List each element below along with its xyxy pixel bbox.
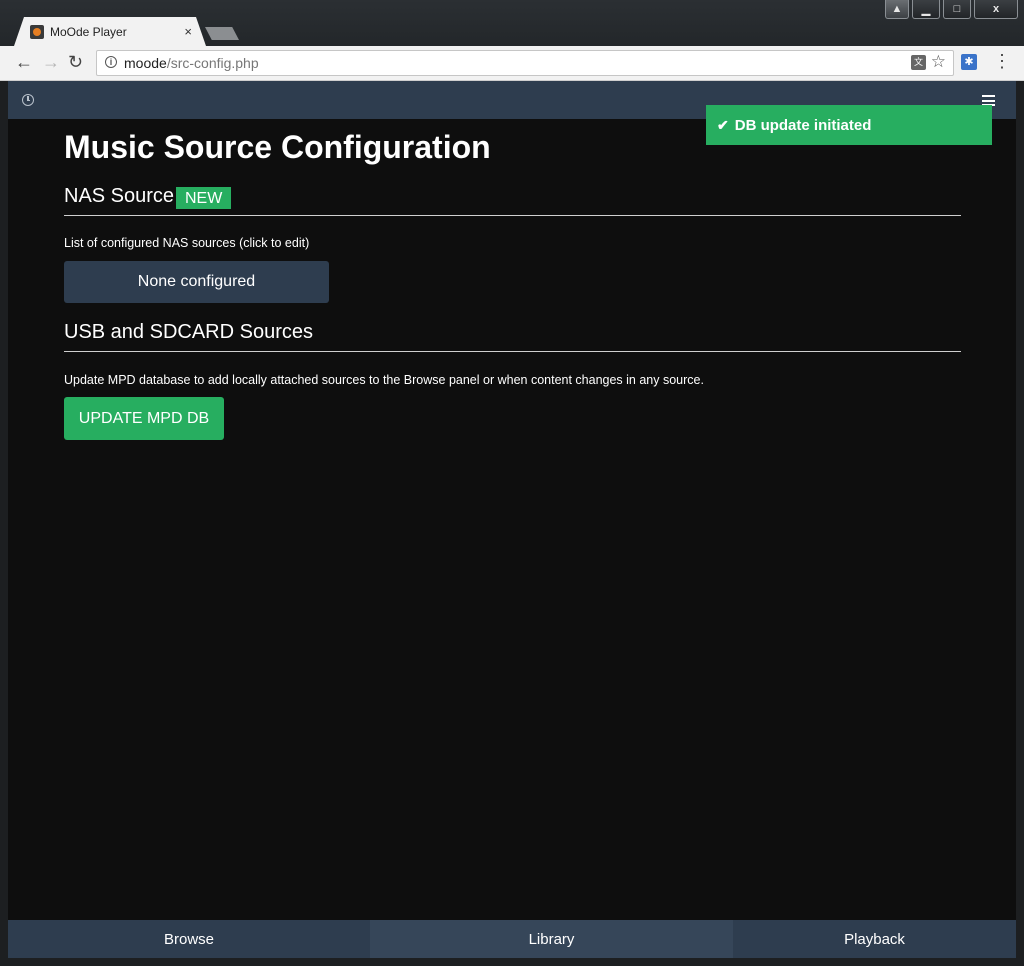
page-title: Music Source Configuration — [64, 129, 491, 165]
browser-titlebar: ▲ ▁ □ x MoOde Player × — [0, 0, 1024, 46]
notification-toast: ✔ DB update initiated — [706, 105, 992, 145]
back-arrow-icon[interactable]: ← — [15, 52, 33, 72]
toast-text: DB update initiated — [734, 116, 872, 134]
forward-arrow-icon[interactable]: → — [42, 52, 60, 72]
url-path: /src-config.php — [166, 55, 259, 71]
update-mpd-db-button[interactable]: UPDATE MPD DB — [64, 397, 224, 440]
moode-page: Music Source Configuration NAS Source NE… — [8, 81, 1016, 958]
tab-close-icon[interactable]: × — [184, 24, 192, 39]
close-window-button[interactable]: x — [974, 0, 1018, 19]
bottom-nav: Browse Library Playback — [8, 920, 1016, 958]
check-icon: ✔ — [717, 116, 729, 133]
favicon-icon — [30, 24, 44, 39]
usb-help-text: Update MPD database to add locally attac… — [64, 373, 704, 387]
url-text[interactable]: moode/src-config.php — [124, 55, 259, 71]
minimize-button[interactable]: ▁ — [912, 0, 940, 19]
tab-moode-player[interactable]: MoOde Player × — [14, 17, 206, 46]
info-icon[interactable]: i — [105, 56, 117, 68]
new-tab-button[interactable] — [205, 27, 239, 40]
nas-section-header: NAS Source NEW — [64, 181, 961, 216]
profile-icon[interactable]: ▲ — [885, 0, 909, 19]
clock-icon[interactable] — [22, 94, 34, 106]
tab-title: MoOde Player — [50, 24, 127, 39]
nas-list-button[interactable]: None configured — [64, 261, 329, 303]
usb-section-header: USB and SDCARD Sources — [64, 317, 961, 352]
usb-section-title: USB and SDCARD Sources — [64, 321, 313, 343]
nav-browse[interactable]: Browse — [8, 920, 370, 958]
extension-icon[interactable]: ✱ — [961, 54, 977, 70]
menu-dots-icon[interactable]: ⋮ — [993, 50, 1011, 72]
address-bar[interactable]: i moode/src-config.php 文 ☆ — [96, 50, 954, 76]
star-icon[interactable]: ☆ — [931, 52, 946, 72]
window-frame-bottom — [0, 958, 1024, 966]
nas-help-text: List of configured NAS sources (click to… — [64, 236, 310, 250]
url-host: moode — [124, 55, 167, 71]
new-badge: NEW — [176, 187, 232, 209]
nav-library[interactable]: Library — [370, 920, 733, 958]
reload-icon[interactable]: ↻ — [68, 52, 83, 72]
nav-playback[interactable]: Playback — [733, 920, 1016, 958]
maximize-button[interactable]: □ — [943, 0, 971, 19]
browser-toolbar: ← → ↻ i moode/src-config.php 文 ☆ ✱ ⋮ — [0, 46, 1024, 81]
nas-section-title: NAS Source — [64, 185, 175, 207]
window-controls: ▲ ▁ □ x — [885, 0, 1018, 20]
translate-icon[interactable]: 文 — [911, 55, 926, 70]
